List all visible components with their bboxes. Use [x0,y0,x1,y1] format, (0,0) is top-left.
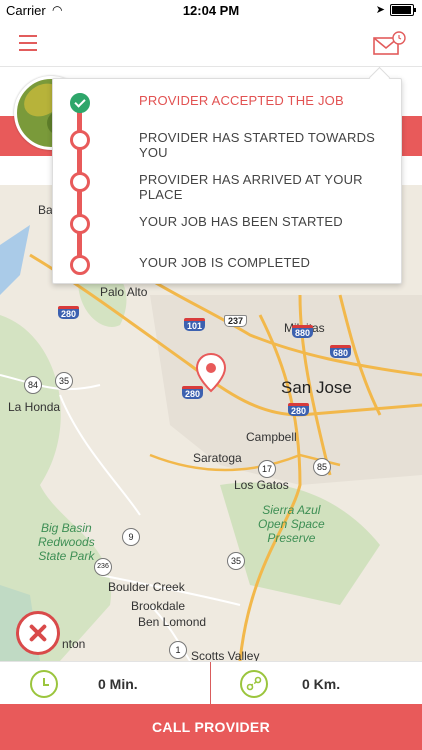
map-label-los-gatos: Los Gatos [234,478,289,492]
highway-shield-101: 101 [184,318,206,331]
location-arrow-icon: ➤ [375,4,385,16]
route-badge-84: 84 [24,376,42,394]
progress-step-label: YOUR JOB IS COMPLETED [139,255,311,270]
route-badge-17: 17 [258,460,276,478]
status-bar: Carrier ◠ 12:04 PM ➤ [0,0,422,22]
highway-shield-237: 237 [224,315,248,327]
map-label-san-jose: San Jose [281,378,352,397]
map-label-la-honda: La Honda [8,400,61,414]
hamburger-menu-icon[interactable] [19,35,37,51]
map-label-campbell: Campbell [246,430,297,444]
map-label-bay-partial: Ba [38,203,53,217]
map-label-big-basin: Big Basin Redwoods State Park [38,521,95,563]
nav-bar [0,22,422,67]
step-node-icon [70,130,90,150]
trip-stats-bar: 0 Min. 0 Km. [0,661,422,705]
route-badge-35-b: 35 [227,552,245,570]
map-label-brookdale: Brookdale [131,599,186,613]
highway-shield-880: 880 [292,325,314,338]
map-label-felton: nton [62,637,86,651]
map-label-scotts-valley: Scotts Valley [191,649,260,661]
call-provider-button[interactable]: CALL PROVIDER [0,704,422,750]
distance-value: 0 Km. [302,675,341,692]
map-label-palo-alto: Palo Alto [100,285,148,299]
distance-stat: 0 Km. [240,662,420,705]
route-badge-1: 1 [169,641,187,659]
route-badge-9: 9 [122,528,140,546]
location-pin-icon[interactable] [196,353,226,393]
route-badge-35-a: 35 [55,372,73,390]
time-value: 0 Min. [98,675,138,692]
highway-shield-280-a: 280 [58,306,80,319]
highway-shield-680: 680 [330,345,352,358]
progress-step-label: PROVIDER ACCEPTED THE JOB [139,93,344,108]
progress-step-accepted: PROVIDER ACCEPTED THE JOB [53,87,401,117]
step-node-icon [70,214,90,234]
progress-step-arrived: PROVIDER HAS ARRIVED AT YOUR PLACE [53,166,401,202]
map-label-boulder-creek: Boulder Creek [108,580,185,594]
map-label-sierra-azul: Sierra Azul Open Space Preserve [258,503,325,545]
highway-shield-280-c: 280 [288,403,310,416]
distance-icon [240,669,268,698]
map-label-saratoga: Saratoga [193,451,242,465]
status-time: 12:04 PM [182,3,240,18]
route-badge-85: 85 [313,458,331,476]
map-label-ben-lomond: Ben Lomond [138,615,207,629]
cancel-job-button[interactable] [16,611,60,655]
mail-notification-icon[interactable] [372,30,406,58]
progress-step-job-started: YOUR JOB HAS BEEN STARTED [53,208,401,238]
stats-divider [210,662,211,705]
route-badge-236: 236 [94,558,112,576]
progress-step-label: PROVIDER HAS STARTED TOWARDS YOU [139,130,376,160]
progress-step-label: YOUR JOB HAS BEEN STARTED [139,214,343,229]
clock-icon [30,669,58,698]
step-node-icon [70,172,90,192]
progress-step-completed: YOUR JOB IS COMPLETED [53,249,401,279]
progress-step-label: PROVIDER HAS ARRIVED AT YOUR PLACE [139,172,363,202]
battery-icon [390,3,416,16]
progress-step-started-towards: PROVIDER HAS STARTED TOWARDS YOU [53,124,401,160]
step-node-icon [70,255,90,275]
job-progress-popover: PROVIDER ACCEPTED THE JOB PROVIDER HAS S… [52,78,402,284]
time-stat: 0 Min. [30,662,210,705]
check-icon [70,93,90,113]
